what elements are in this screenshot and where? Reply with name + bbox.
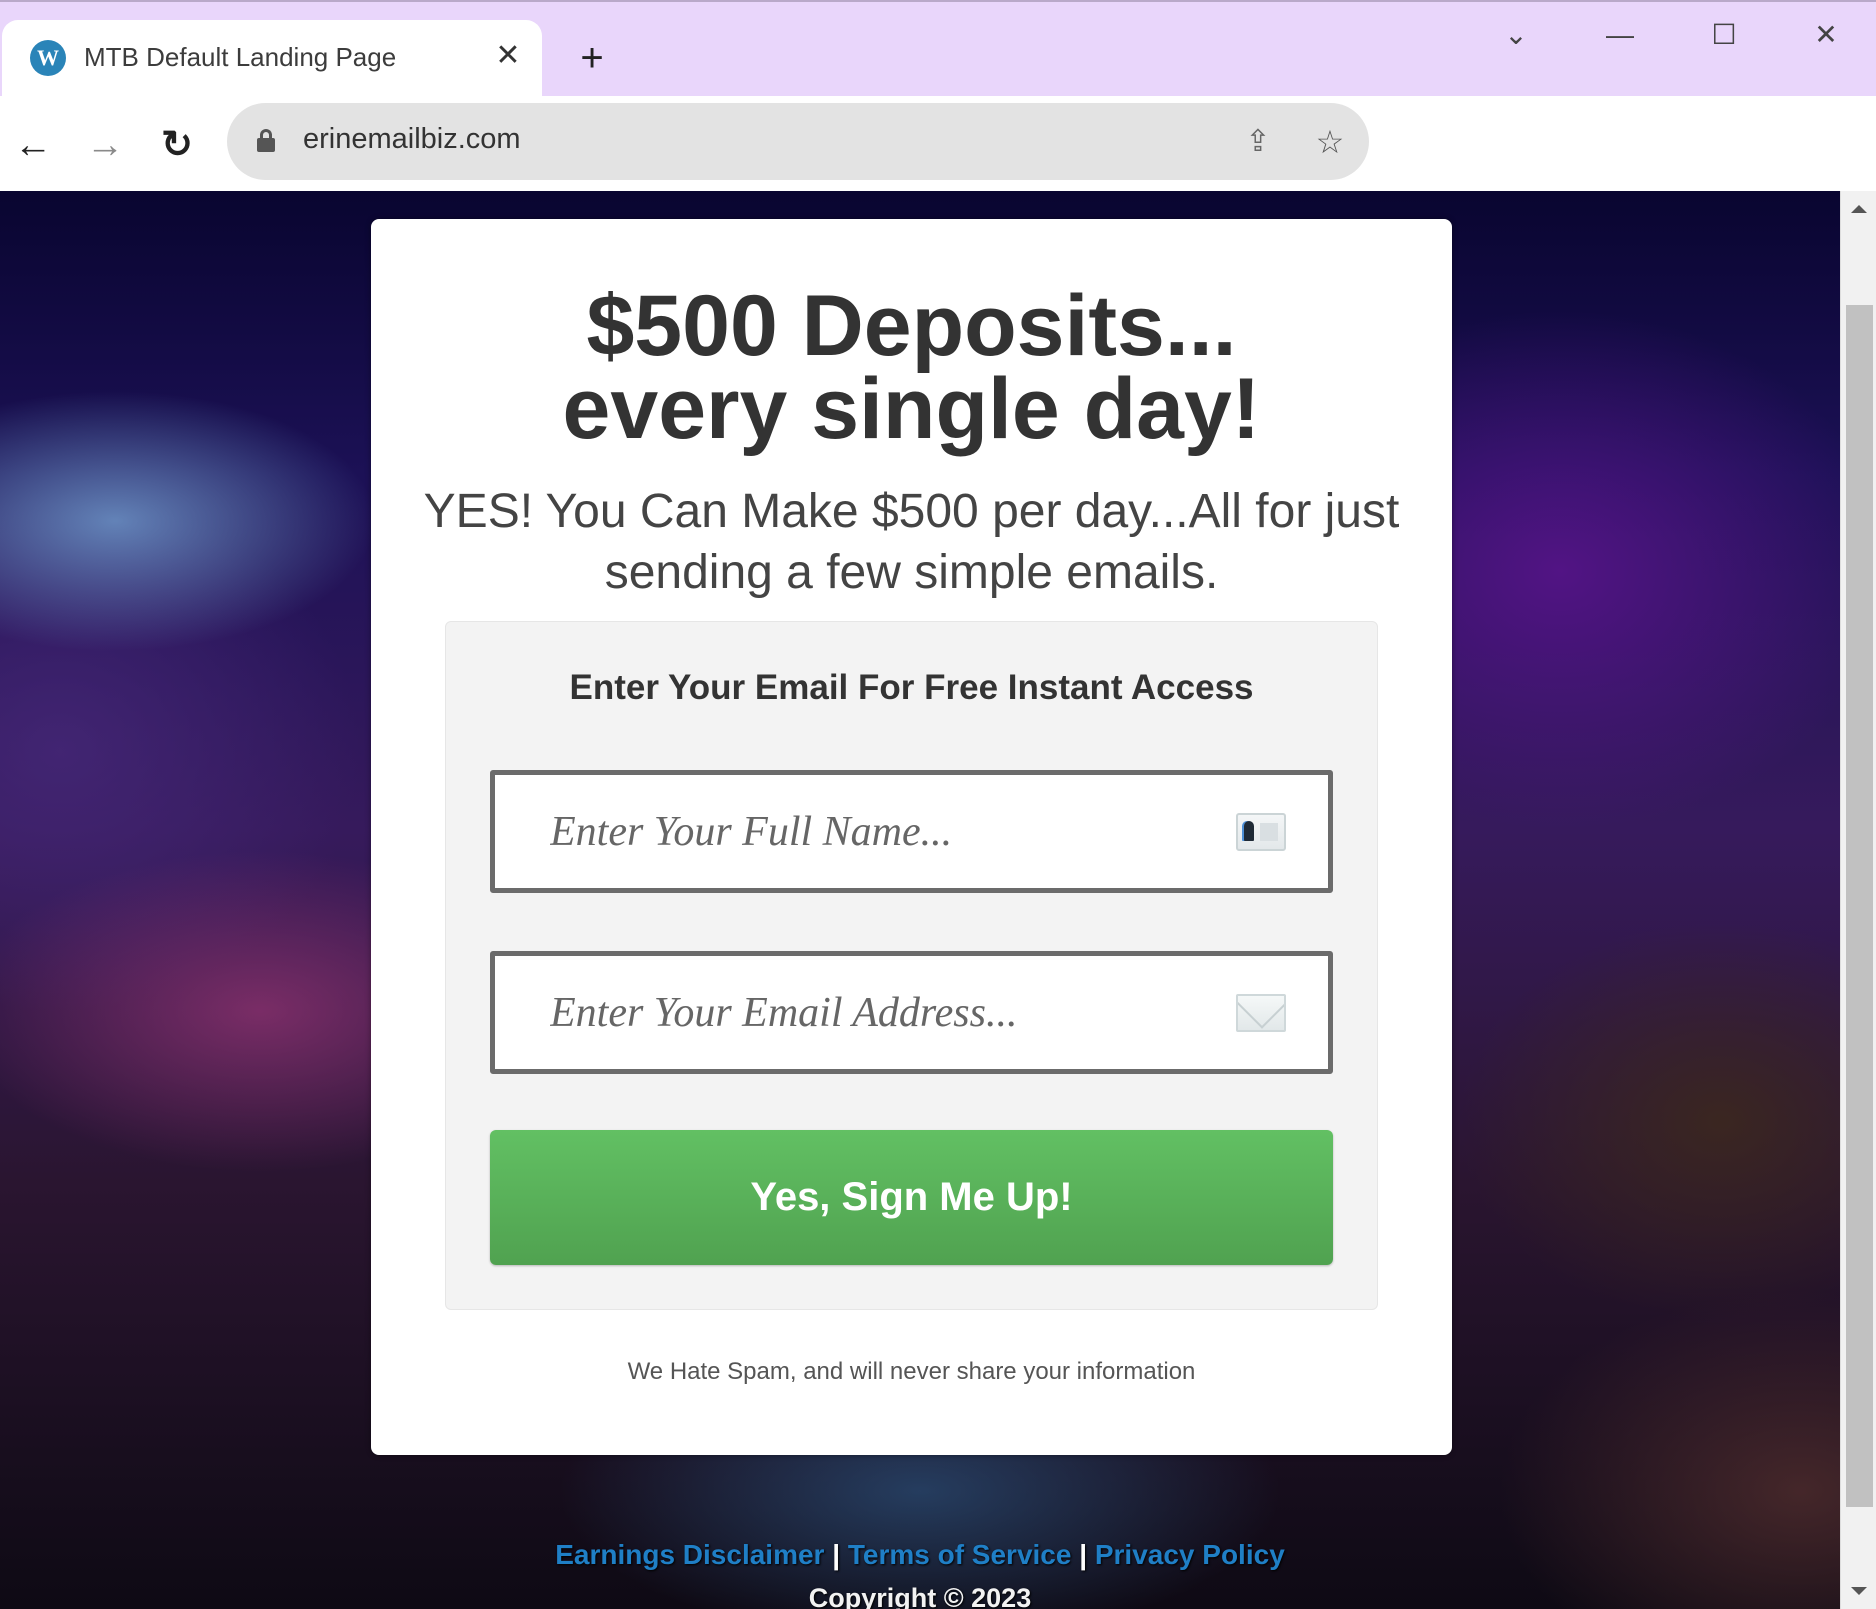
headline-line-1: $500 Deposits... [586,278,1237,374]
browser-window: W MTB Default Landing Page ✕ + ⌄ — ☐ ✕ ←… [0,0,1876,1609]
sign-up-button[interactable]: Yes, Sign Me Up! [490,1130,1333,1265]
terms-of-service-link[interactable]: Terms of Service [848,1539,1072,1570]
form-title: Enter Your Email For Free Instant Access [569,668,1254,707]
earnings-disclaimer-link[interactable]: Earnings Disclaimer [555,1539,824,1570]
footer-separator: | [1079,1539,1088,1570]
optin-card: $500 Deposits... every single day! YES! … [371,219,1452,1455]
lock-icon[interactable] [257,129,275,152]
address-bar[interactable]: erinemailbiz.com ⇪ ☆ [227,103,1369,180]
scroll-up-arrow-icon[interactable] [1851,205,1867,213]
id-card-icon [1236,813,1286,851]
scroll-down-arrow-icon[interactable] [1851,1587,1867,1595]
privacy-policy-link[interactable]: Privacy Policy [1095,1539,1285,1570]
vertical-scrollbar[interactable] [1840,191,1876,1609]
maximize-button[interactable]: ☐ [1694,12,1754,58]
reload-button[interactable]: ↻ [152,120,202,170]
url-text[interactable]: erinemailbiz.com [303,123,521,156]
page-viewport: $500 Deposits... every single day! YES! … [0,191,1840,1609]
footer-links: Earnings Disclaimer | Terms of Service |… [0,1539,1840,1571]
tab-title: MTB Default Landing Page [84,42,397,72]
subheadline: YES! You Can Make $500 per day...All for… [423,485,1400,599]
full-name-field[interactable] [490,770,1333,893]
share-icon[interactable]: ⇪ [1237,121,1279,163]
copyright-text: Copyright © 2023 [808,1583,1032,1609]
tab-search-chevron-icon[interactable]: ⌄ [1486,12,1546,58]
footer-separator: | [832,1539,841,1570]
wordpress-icon: W [30,40,66,76]
active-tab[interactable]: W MTB Default Landing Page ✕ [2,20,542,100]
headline-line-2: every single day! [562,361,1261,457]
page-headline: $500 Deposits... every single day! [371,278,1452,457]
email-field[interactable] [490,951,1333,1074]
email-input[interactable] [495,956,1328,1069]
signup-form: Enter Your Email For Free Instant Access… [445,621,1378,1310]
full-name-input[interactable] [495,775,1328,888]
minimize-button[interactable]: — [1590,12,1650,58]
new-tab-button[interactable]: + [570,36,614,80]
tab-strip: W MTB Default Landing Page ✕ + ⌄ — ☐ ✕ [0,0,1876,100]
spam-note: We Hate Spam, and will never share your … [627,1358,1196,1385]
back-button[interactable]: ← [8,120,58,170]
envelope-icon [1236,994,1286,1032]
browser-toolbar: ← → ↻ erinemailbiz.com ⇪ ☆ [0,96,1876,191]
scrollbar-thumb[interactable] [1846,305,1873,1507]
tab-close-icon[interactable]: ✕ [490,36,526,76]
close-window-button[interactable]: ✕ [1796,12,1856,58]
forward-button[interactable]: → [80,120,130,170]
bookmark-star-icon[interactable]: ☆ [1309,121,1351,163]
